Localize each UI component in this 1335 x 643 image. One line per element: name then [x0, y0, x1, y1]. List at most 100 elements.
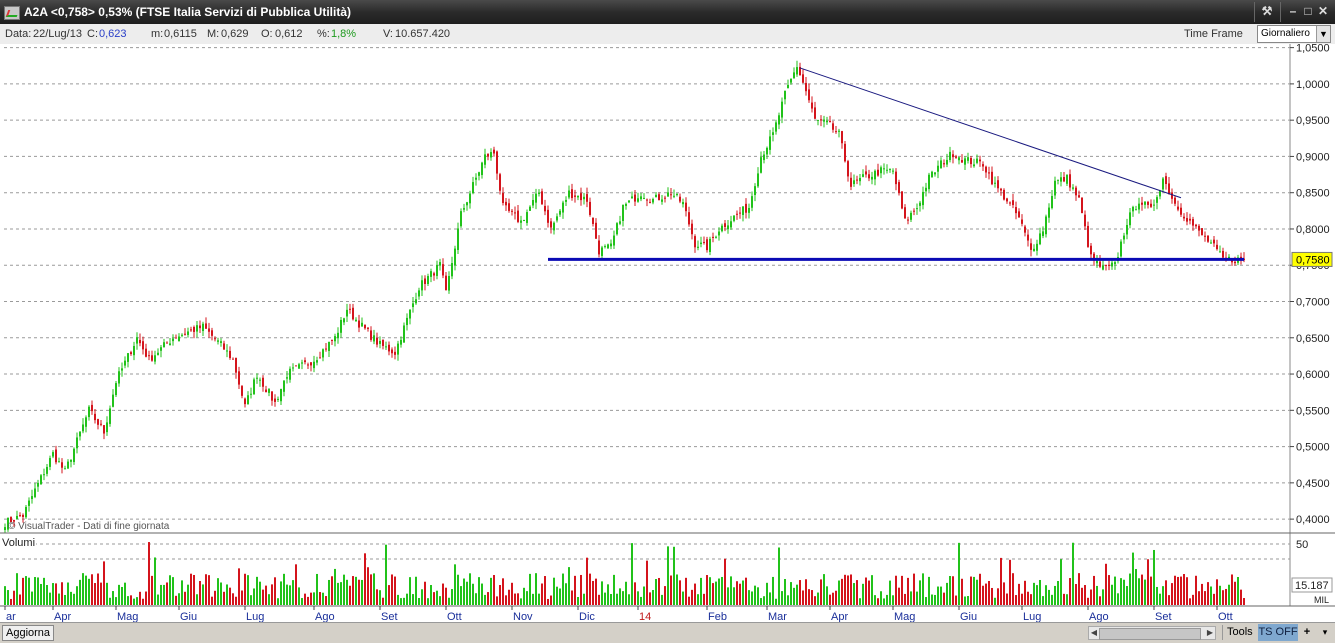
volume-bar — [553, 577, 555, 605]
volume-bar — [400, 598, 402, 605]
candle-body — [22, 514, 24, 517]
maximize-icon[interactable]: □ — [1301, 4, 1315, 18]
candle-body — [43, 474, 45, 476]
volume-bar — [1219, 585, 1221, 605]
volume-bar — [55, 583, 57, 605]
candle-body — [574, 195, 576, 197]
candle-body — [517, 210, 519, 222]
volume-bar — [205, 574, 207, 605]
volume-bar — [160, 584, 162, 605]
minimize-icon[interactable]: – — [1286, 4, 1300, 18]
volume-bar — [676, 574, 678, 605]
volume-bar — [880, 591, 882, 605]
scroll-left-icon[interactable]: ◀ — [1089, 627, 1099, 639]
candle-body — [430, 271, 432, 277]
volume-bar — [490, 577, 492, 605]
volume-bar — [1039, 579, 1041, 605]
candle-body — [229, 350, 231, 359]
candle-body — [682, 202, 684, 205]
volume-bar — [619, 588, 621, 605]
timeframe-select[interactable]: Giornaliero ▼ — [1257, 25, 1331, 43]
volume-bar — [1147, 559, 1149, 605]
volume-bar — [709, 577, 711, 605]
volume-bar — [1045, 585, 1047, 605]
candle-body — [1027, 234, 1029, 241]
volume-bar — [142, 598, 144, 605]
volume-bar — [706, 575, 708, 605]
candle-body — [418, 290, 420, 297]
volume-bar — [1063, 593, 1065, 605]
volume-bar — [133, 598, 135, 605]
candle-body — [1192, 219, 1194, 226]
volume-bar — [538, 593, 540, 605]
volume-bar — [1213, 593, 1215, 605]
volume-bar — [157, 594, 159, 605]
scroll-thumb[interactable] — [1099, 628, 1201, 640]
volume-bar — [334, 568, 336, 605]
time-tick-label: 14 — [639, 611, 651, 622]
volume-bar — [1123, 579, 1125, 605]
dropdown-button[interactable]: ▾ — [1318, 625, 1332, 640]
volume-bar — [1021, 593, 1023, 605]
candle-body — [721, 225, 723, 232]
time-tick-label: Ott — [447, 611, 462, 622]
close-icon[interactable]: ✕ — [1316, 4, 1330, 18]
volume-bar — [19, 594, 21, 605]
candle-body — [472, 182, 474, 193]
candle-body — [925, 187, 927, 192]
candle-body — [223, 343, 225, 350]
aggiorna-button[interactable]: Aggiorna — [2, 625, 55, 641]
horizontal-scrollbar[interactable]: ◀ ▶ — [1088, 626, 1216, 640]
candle-body — [1054, 180, 1056, 196]
candle-body — [271, 391, 273, 401]
candle-body — [1168, 183, 1170, 195]
chevron-down-icon[interactable]: ▼ — [1316, 26, 1330, 42]
candle-body — [298, 364, 300, 369]
volume-bar — [304, 593, 306, 605]
candle-body — [166, 342, 168, 344]
candle-body — [1171, 192, 1173, 199]
volume-bar — [163, 584, 165, 605]
candle-body — [340, 319, 342, 333]
candle-body — [655, 194, 657, 198]
ts-off-button[interactable]: TS OFF — [1258, 624, 1298, 641]
tools-button[interactable]: Tools — [1222, 625, 1257, 640]
volume-bar — [343, 574, 345, 605]
volume-bar — [820, 579, 822, 605]
candle-body — [466, 202, 468, 206]
candle-body — [724, 223, 726, 228]
candle-body — [1021, 219, 1023, 224]
candle-body — [589, 201, 591, 215]
candle-body — [892, 170, 894, 172]
candle-body — [739, 212, 741, 214]
scroll-right-icon[interactable]: ▶ — [1205, 627, 1215, 639]
candle-body — [592, 217, 594, 224]
tools-icon[interactable]: ⚒ — [1260, 4, 1274, 18]
volume-bar — [1231, 574, 1233, 605]
volume-bar — [895, 575, 897, 605]
volume-bar — [1000, 557, 1002, 605]
volume-bar — [1162, 586, 1164, 605]
volume-bar — [1120, 578, 1122, 605]
candle-body — [703, 241, 705, 243]
candle-body — [352, 307, 354, 320]
candle-body — [910, 212, 912, 220]
plus-button[interactable]: + — [1300, 625, 1314, 640]
candle-body — [829, 120, 831, 123]
volume-bar — [394, 576, 396, 605]
volume-bar — [814, 596, 816, 605]
titlebar-separator — [1254, 2, 1255, 22]
candle-body — [301, 362, 303, 364]
candle-body — [265, 389, 267, 393]
timeframe-label: Time Frame — [1184, 28, 1243, 40]
candle-body — [1195, 224, 1197, 227]
price-volume-chart[interactable]: 1,0500 1,0000 0,9500 0,9000 0,8500 0,8000 0,75… — [0, 44, 1335, 622]
candle-body — [952, 154, 954, 158]
volume-bar — [241, 590, 243, 605]
volume-bar — [571, 590, 573, 605]
volume-bar — [97, 573, 99, 605]
volume-bar — [1168, 595, 1170, 605]
candle-body — [1135, 209, 1137, 211]
candle-body — [289, 368, 291, 380]
volume-bar — [1036, 585, 1038, 605]
